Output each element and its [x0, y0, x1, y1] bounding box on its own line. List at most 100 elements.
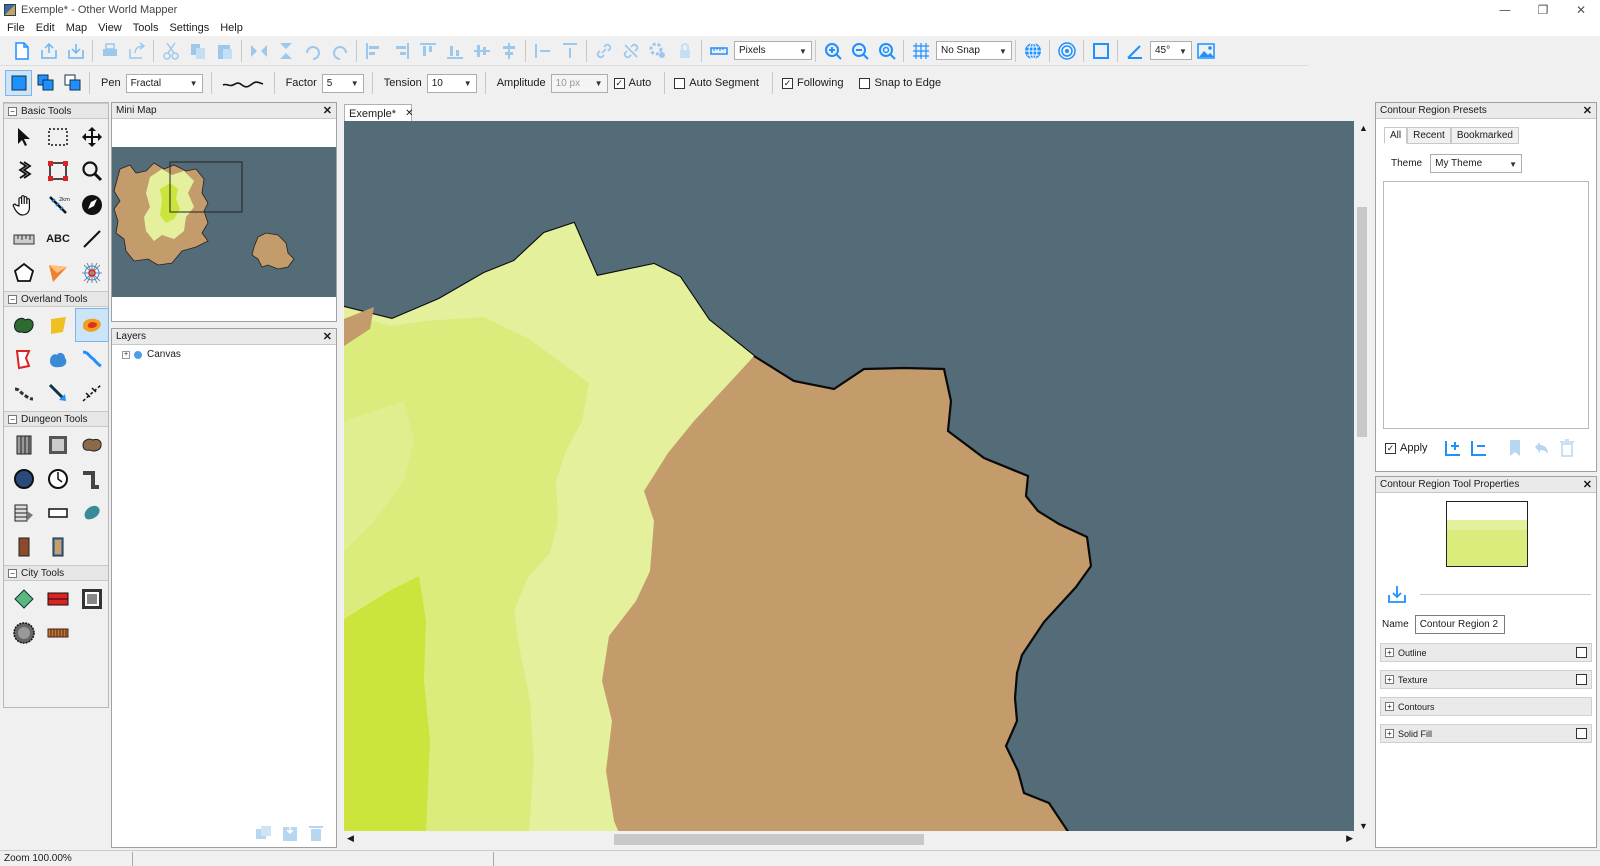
add-preset-icon[interactable]: [1442, 437, 1464, 459]
zoom-tool[interactable]: [75, 154, 109, 188]
room-tool[interactable]: [41, 428, 75, 462]
node-edit-tool[interactable]: [7, 154, 41, 188]
lock-button[interactable]: [671, 38, 698, 64]
marquee-tool[interactable]: [41, 120, 75, 154]
align-top-button[interactable]: [414, 38, 441, 64]
section-contours[interactable]: + Contours: [1380, 697, 1592, 716]
group-settings-button[interactable]: [644, 38, 671, 64]
following-checkbox[interactable]: ✓ Following: [781, 77, 843, 89]
menu-file[interactable]: File: [3, 22, 32, 34]
measure-tool[interactable]: 2km: [41, 188, 75, 222]
text-tool[interactable]: ABC: [41, 222, 75, 256]
rotate-ccw-button[interactable]: [326, 38, 353, 64]
align-left-button[interactable]: [360, 38, 387, 64]
expand-icon[interactable]: +: [1385, 729, 1394, 738]
group-city-tools[interactable]: − City Tools: [4, 565, 108, 581]
bookmark-icon[interactable]: [1504, 437, 1526, 459]
close-icon[interactable]: ✕: [323, 330, 332, 343]
minimize-button[interactable]: —: [1486, 0, 1524, 19]
cut-button[interactable]: [157, 38, 184, 64]
layer-row-canvas[interactable]: + Canvas: [112, 345, 336, 360]
tower-tool[interactable]: [7, 616, 41, 650]
vertical-scrollbar[interactable]: ▲ ▼: [1354, 121, 1371, 833]
background-image-button[interactable]: [1192, 38, 1219, 64]
scroll-right-icon[interactable]: ▶: [1346, 833, 1353, 844]
align-center-h-button[interactable]: [495, 38, 522, 64]
factor-select[interactable]: 5 ▼: [321, 73, 364, 93]
snap-select[interactable]: No Snap ▼: [936, 41, 1012, 60]
apply-checkbox[interactable]: ✓ Apply: [1385, 442, 1428, 454]
zoom-in-button[interactable]: [819, 38, 846, 64]
landmass-tool[interactable]: [7, 308, 41, 342]
new-file-button[interactable]: [8, 38, 35, 64]
close-button[interactable]: ✕: [1562, 0, 1600, 19]
close-icon[interactable]: ✕: [1583, 478, 1592, 491]
distribute-v-button[interactable]: [556, 38, 583, 64]
polygon-tool[interactable]: [7, 256, 41, 290]
globe-button[interactable]: [1019, 38, 1046, 64]
city-block-tool[interactable]: [75, 582, 109, 616]
angle-button[interactable]: [1121, 38, 1148, 64]
angle-select[interactable]: 45° ▼: [1150, 41, 1192, 60]
scale-bar-tool[interactable]: [7, 222, 41, 256]
door-tool[interactable]: [41, 496, 75, 530]
fence-tool[interactable]: [41, 616, 75, 650]
units-ruler-button[interactable]: [705, 38, 732, 64]
tab-all[interactable]: All: [1384, 127, 1408, 144]
flip-vertical-button[interactable]: [272, 38, 299, 64]
menu-settings[interactable]: Settings: [165, 22, 216, 34]
region-tool[interactable]: [41, 308, 75, 342]
save-button[interactable]: [62, 38, 89, 64]
select-tool[interactable]: [7, 120, 41, 154]
expand-icon[interactable]: +: [122, 350, 130, 359]
subtract-mode-button[interactable]: [59, 70, 86, 96]
rotate-cw-button[interactable]: [299, 38, 326, 64]
tension-select[interactable]: 10 ▼: [426, 73, 477, 93]
flip-horizontal-button[interactable]: [245, 38, 272, 64]
compass-tool[interactable]: [75, 188, 109, 222]
group-basic-tools[interactable]: − Basic Tools: [4, 103, 108, 119]
open-button[interactable]: [35, 38, 62, 64]
wood-door-tool[interactable]: [7, 530, 41, 564]
zoom-fit-button[interactable]: [873, 38, 900, 64]
theme-select[interactable]: My Theme ▼: [1430, 154, 1523, 173]
symbol-tool[interactable]: [75, 256, 109, 290]
section-checkbox[interactable]: [1576, 647, 1587, 658]
stairs-tool[interactable]: [7, 496, 41, 530]
tab-recent[interactable]: Recent: [1407, 127, 1451, 144]
scroll-left-icon[interactable]: ◀: [347, 833, 354, 844]
scroll-up-icon[interactable]: ▲: [1359, 123, 1368, 133]
rings-button[interactable]: [1053, 38, 1080, 64]
expand-icon[interactable]: +: [1385, 648, 1394, 657]
gradient-tool[interactable]: [41, 256, 75, 290]
page-border-button[interactable]: [1087, 38, 1114, 64]
horizontal-scroll-thumb[interactable]: [614, 834, 924, 845]
draw-mode-button[interactable]: [5, 70, 32, 96]
border-tool[interactable]: [75, 376, 109, 410]
add-layer-icon[interactable]: [254, 823, 274, 843]
blob-tool[interactable]: [75, 496, 109, 530]
menu-edit[interactable]: Edit: [32, 22, 62, 34]
import-layer-icon[interactable]: [280, 823, 300, 843]
coastline-tool[interactable]: [7, 342, 41, 376]
pen-select[interactable]: Fractal ▼: [125, 73, 203, 93]
snap-edge-checkbox[interactable]: Snap to Edge: [859, 77, 941, 89]
unlink-button[interactable]: [617, 38, 644, 64]
grid-button[interactable]: [907, 38, 934, 64]
name-input[interactable]: Contour Region 2: [1414, 615, 1505, 634]
group-overland-tools[interactable]: − Overland Tools: [4, 291, 108, 307]
align-center-v-button[interactable]: [468, 38, 495, 64]
lake-tool[interactable]: [41, 342, 75, 376]
iron-door-tool[interactable]: [41, 530, 75, 564]
menu-help[interactable]: Help: [216, 22, 250, 34]
close-icon[interactable]: ✕: [323, 104, 332, 117]
menu-tools[interactable]: Tools: [129, 22, 166, 34]
corridor-tool[interactable]: [75, 462, 109, 496]
auto-segment-checkbox[interactable]: Auto Segment: [674, 77, 759, 89]
section-checkbox[interactable]: [1576, 674, 1587, 685]
align-right-button[interactable]: [387, 38, 414, 64]
export-button[interactable]: [123, 38, 150, 64]
section-solid-fill[interactable]: + Solid Fill: [1380, 724, 1592, 743]
presets-list[interactable]: [1383, 181, 1589, 429]
path-tool[interactable]: [41, 376, 75, 410]
